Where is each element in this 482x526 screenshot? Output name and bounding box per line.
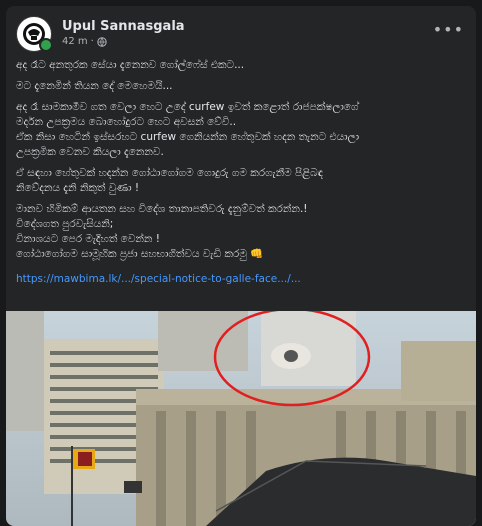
post-line: උපක්‍රමික වෙනව කියලා දැනෙනව.: [16, 146, 164, 158]
post-line: විදේශගත පුරවැසියනි;: [16, 218, 114, 230]
post-photo[interactable]: [6, 311, 476, 526]
post-line: මට දැනෙමින් තියන දේ මෙහෙමයි...: [16, 80, 173, 92]
more-options-icon[interactable]: •••: [433, 20, 464, 39]
post-line: මානව හිමිකම් ආයතන සහ විදේශ තානාපතිවරු දැ…: [16, 203, 308, 215]
post-line: ඒ සඳහා හේතුවක් හදන්න ගෝඨාගෝගම ගොදුරු ගම …: [16, 167, 323, 179]
author-name[interactable]: Upul Sannasgala: [62, 19, 185, 35]
article-link[interactable]: https://mawbima.lk/.../special-notice-to…: [16, 273, 301, 285]
online-status-dot: [39, 38, 53, 52]
post-line: අද රෑ සාමකාමීව ගත වෙලා හෙට උදේ curfew ඉව…: [16, 101, 359, 113]
post-card: Upul Sannasgala 42 m · ••• අද රෑට අනතුරක…: [6, 6, 476, 526]
post-line: අද රෑට අනතුරක සේයා දැනෙනව ගෝල්ෆේස් එකට..…: [16, 59, 245, 71]
avatar[interactable]: [16, 16, 53, 52]
post-line: විනාශයට පෙර මැදිහත් වෙන්න !: [16, 233, 160, 245]
post-line: මර්දන උපක්‍රමය බොහෝදුරට හෙට අවසන් වේවි..: [16, 116, 237, 128]
post-line: නිවේදනය දැනි නිකුත් වුණා !: [16, 182, 140, 194]
post-body: අද රෑට අනතුරක සේයා දැනෙනව ගෝල්ෆේස් එකට..…: [16, 58, 468, 293]
globe-icon: [97, 37, 107, 47]
post-line: ඒක නිසා හෙටින් ඉස්සරහට curfew ගෙනියන්න හ…: [16, 131, 360, 143]
post-line: ගෝඨාගෝගම සාමූහික ප්‍රජා සහභාගිත්වය වැඩි …: [16, 248, 247, 260]
fist-emoji: 👊: [250, 248, 264, 260]
post-header: Upul Sannasgala 42 m ·: [16, 16, 185, 52]
meta-separator: ·: [90, 36, 94, 47]
post-time[interactable]: 42 m: [62, 35, 88, 49]
